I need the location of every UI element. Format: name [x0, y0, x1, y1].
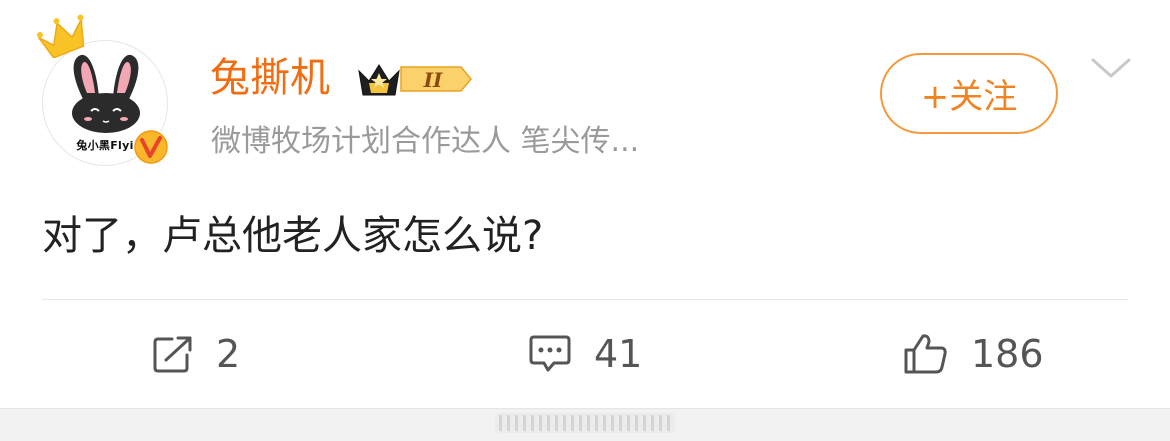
rank-level: II — [423, 68, 443, 92]
avatar-group[interactable]: 兔小黑Flyi — [36, 14, 176, 174]
weibo-post-card: 兔小黑Flyi 兔撕机 II 微博牧场计划合作达人 笔尖传... +关注 对了，… — [0, 0, 1170, 408]
crown-icon — [36, 14, 85, 58]
username[interactable]: 兔撕机 — [210, 50, 330, 106]
divider — [42, 299, 1128, 300]
chevron-down-icon[interactable] — [1090, 54, 1132, 82]
author-bio: 微博牧场计划合作达人 笔尖传... — [211, 124, 640, 159]
follow-button[interactable]: +关注 — [880, 53, 1058, 134]
comment-button[interactable]: 41 — [528, 318, 642, 390]
comment-icon — [529, 335, 571, 372]
thumbs-up-icon — [904, 334, 947, 374]
share-icon — [153, 336, 192, 373]
action-bar: 2 41 186 — [0, 318, 1170, 390]
post-text: 对了，卢总他老人家怎么说? — [42, 213, 544, 259]
like-count: 186 — [971, 332, 1044, 376]
verified-v-icon — [133, 129, 169, 165]
rank-crown-badge-icon[interactable]: II — [355, 57, 473, 101]
repost-count: 2 — [216, 332, 241, 376]
comment-count: 41 — [594, 332, 643, 376]
scroll-handle[interactable] — [495, 411, 675, 435]
repost-button[interactable]: 2 — [152, 318, 240, 390]
scroll-strip — [0, 408, 1170, 441]
follow-button-label: +关注 — [920, 77, 1018, 117]
like-button[interactable]: 186 — [903, 318, 1044, 390]
